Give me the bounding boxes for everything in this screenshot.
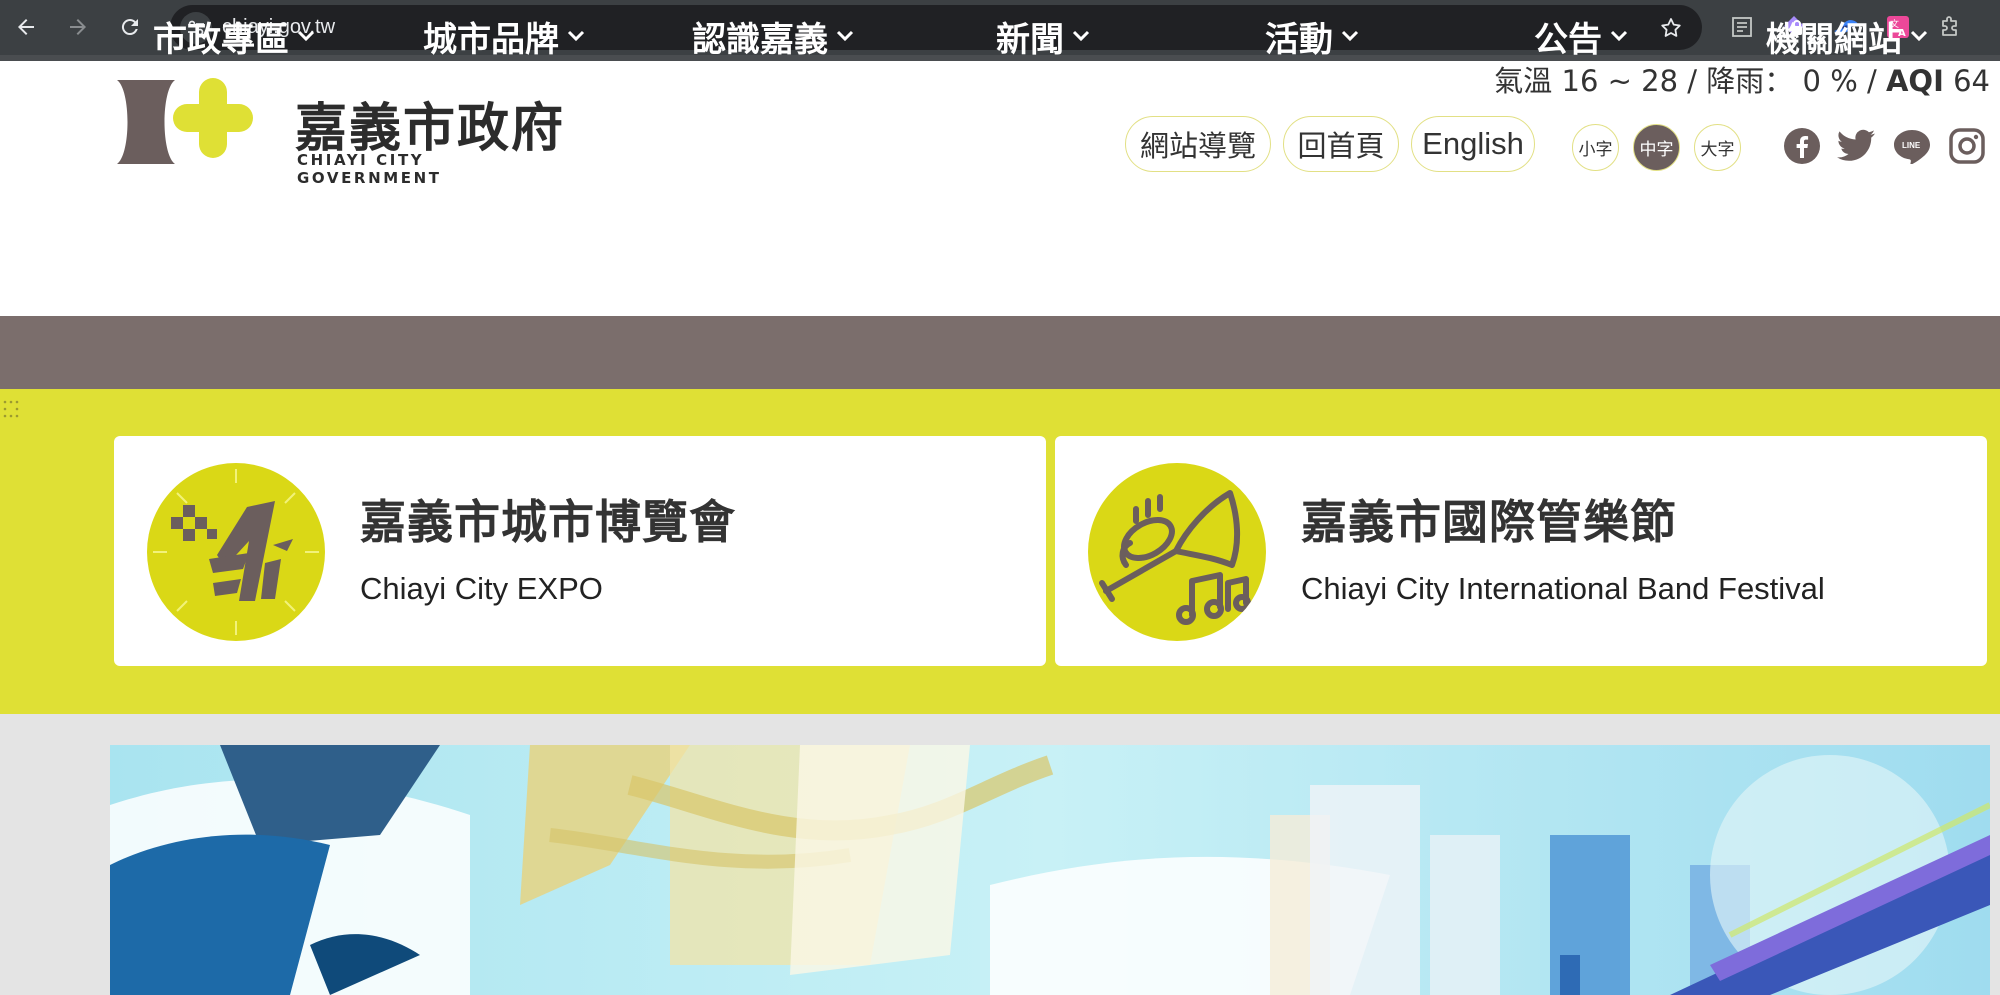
weather-info: 氣溫 16 ~ 28 / 降雨： 0 % / AQI 64: [1494, 58, 1990, 100]
reload-button[interactable]: [117, 14, 143, 40]
twitter-link[interactable]: [1836, 126, 1876, 166]
english-link[interactable]: English: [1411, 116, 1535, 172]
nav-item-news[interactable]: 新聞: [996, 13, 1090, 60]
aqi-label: AQI: [1885, 64, 1944, 98]
temperature-label: 氣溫: [1494, 64, 1553, 98]
nav-item-city-brand[interactable]: 城市品牌: [423, 13, 585, 60]
site-logo[interactable]: 嘉義市政府 CHIAYI CITY GOVERNMENT: [115, 78, 575, 188]
chevron-down-icon: [1910, 30, 1928, 42]
card-subtitle: Chiayi City EXPO: [360, 571, 603, 606]
chevron-down-icon: [567, 30, 585, 42]
chevron-down-icon: [1610, 30, 1628, 42]
nav-item-label: 活動: [1265, 19, 1333, 60]
home-link[interactable]: 回首頁: [1283, 116, 1399, 172]
puzzle-icon: [1942, 16, 1957, 36]
reading-list-icon: [1732, 17, 1752, 37]
chevron-down-icon: [1072, 30, 1090, 42]
chevron-down-icon: [297, 30, 315, 42]
aqi-value: 64: [1953, 64, 1990, 98]
temperature-value: 16 ~ 28: [1561, 64, 1679, 98]
banner-illustration: [110, 745, 1990, 995]
nav-item-label: 認識嘉義: [692, 19, 828, 60]
instagram-link[interactable]: [1947, 126, 1987, 166]
reload-icon: [121, 19, 138, 36]
nav-item-label: 新聞: [996, 19, 1064, 60]
logo-mark-icon: [117, 78, 253, 164]
instagram-icon: [1949, 128, 1985, 164]
facebook-icon: [1784, 128, 1820, 164]
bookmark-star-button[interactable]: [1658, 15, 1684, 41]
main-navigation: [0, 316, 2000, 389]
back-arrow-icon: [18, 19, 34, 35]
reading-list-button[interactable]: [1728, 13, 1756, 41]
expo-icon: [147, 463, 325, 641]
nav-item-label: 機關網站: [1766, 19, 1902, 60]
card-title: 嘉義市國際管樂節: [1301, 495, 1677, 549]
weather-separator: /: [1866, 64, 1877, 98]
svg-text:LINE: LINE: [1902, 141, 1921, 150]
feature-card-city-expo[interactable]: 嘉義市城市博覽會 Chiayi City EXPO: [114, 436, 1046, 666]
nav-item-announcements[interactable]: 公告: [1534, 13, 1628, 60]
line-link[interactable]: LINE: [1892, 126, 1932, 166]
nav-item-events[interactable]: 活動: [1265, 13, 1359, 60]
forward-button[interactable]: [65, 14, 91, 40]
card-subtitle: Chiayi City International Band Festival: [1301, 571, 1825, 606]
forward-arrow-icon: [70, 19, 86, 35]
rain-value: 0 %: [1802, 64, 1858, 98]
trumpet-icon: [1088, 463, 1266, 641]
extensions-menu-button[interactable]: [1936, 13, 1964, 41]
nav-item-about-chiayi[interactable]: 認識嘉義: [692, 13, 854, 60]
feature-card-band-festival[interactable]: 嘉義市國際管樂節 Chiayi City International Band …: [1055, 436, 1987, 666]
nav-item-label: 市政專區: [153, 19, 289, 60]
twitter-icon: [1837, 129, 1875, 161]
back-button[interactable]: [13, 14, 39, 40]
weather-separator: /: [1687, 64, 1698, 98]
hero-banner[interactable]: [110, 745, 1990, 995]
card-title: 嘉義市城市博覽會: [360, 495, 736, 549]
font-size-medium-button[interactable]: 中字: [1633, 124, 1680, 171]
logo-subtitle: CHIAYI CITY GOVERNMENT: [297, 151, 442, 187]
font-size-small-button[interactable]: 小字: [1572, 124, 1619, 171]
chevron-down-icon: [836, 30, 854, 42]
line-icon: LINE: [1894, 130, 1930, 164]
chevron-down-icon: [1341, 30, 1359, 42]
rain-label: 降雨：: [1706, 64, 1794, 98]
nav-item-label: 公告: [1534, 19, 1602, 60]
sitemap-link[interactable]: 網站導覽: [1125, 116, 1271, 172]
font-size-large-button[interactable]: 大字: [1694, 124, 1741, 171]
facebook-link[interactable]: [1782, 126, 1822, 166]
star-icon: [1661, 18, 1681, 37]
accessibility-anchor-icon[interactable]: [2, 399, 20, 419]
nav-item-agency-sites[interactable]: 機關網站: [1766, 13, 1928, 60]
nav-item-city-affairs[interactable]: 市政專區: [153, 13, 315, 60]
address-bar[interactable]: chiayi.gov.tw: [170, 5, 1702, 50]
nav-item-label: 城市品牌: [423, 19, 559, 60]
logo-title: 嘉義市政府: [295, 99, 566, 159]
